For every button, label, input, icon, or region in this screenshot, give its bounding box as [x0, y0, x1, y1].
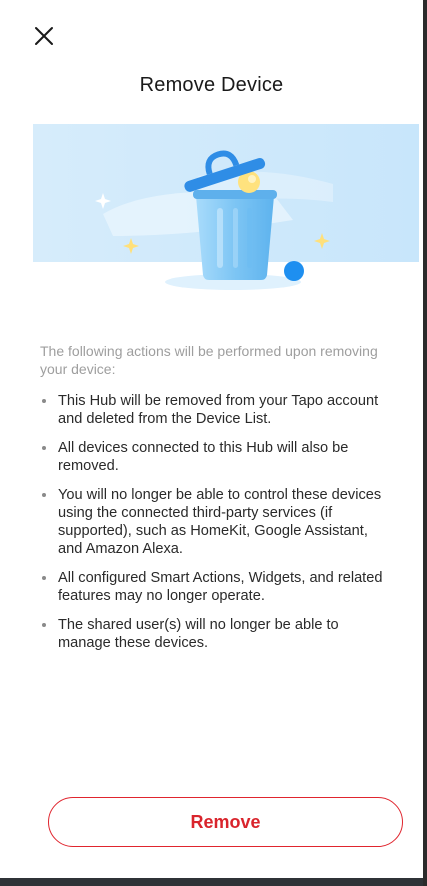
list-item-text: All configured Smart Actions, Widgets, a…	[58, 570, 383, 604]
close-icon	[35, 27, 53, 45]
remove-button[interactable]: Remove	[48, 797, 403, 847]
list-item-text: All devices connected to this Hub will a…	[58, 440, 349, 474]
list-item: You will no longer be able to control th…	[40, 486, 390, 558]
list-item: The shared user(s) will no longer be abl…	[40, 616, 390, 652]
actions-list: This Hub will be removed from your Tapo …	[40, 392, 390, 663]
intro-text: The following actions will be performed …	[40, 343, 378, 377]
close-button[interactable]	[30, 22, 58, 50]
list-item: All devices connected to this Hub will a…	[40, 439, 390, 475]
list-item-text: You will no longer be able to control th…	[58, 487, 382, 557]
trash-bin-icon	[33, 124, 419, 290]
page-title: Remove Device	[139, 74, 284, 96]
list-item-text: The shared user(s) will no longer be abl…	[58, 617, 339, 651]
list-item: This Hub will be removed from your Tapo …	[40, 392, 390, 428]
system-nav-bar	[0, 878, 427, 886]
remove-device-screen: Remove Device The following actions will…	[0, 0, 427, 886]
bullet-icon	[42, 446, 46, 450]
bullet-icon	[42, 623, 46, 627]
bullet-icon	[42, 399, 46, 403]
list-item-text: This Hub will be removed from your Tapo …	[58, 393, 379, 427]
bullet-icon	[42, 576, 46, 580]
list-item: All configured Smart Actions, Widgets, a…	[40, 569, 390, 605]
bullet-icon	[42, 493, 46, 497]
screen-edge	[423, 0, 427, 886]
hero-illustration	[33, 124, 419, 294]
